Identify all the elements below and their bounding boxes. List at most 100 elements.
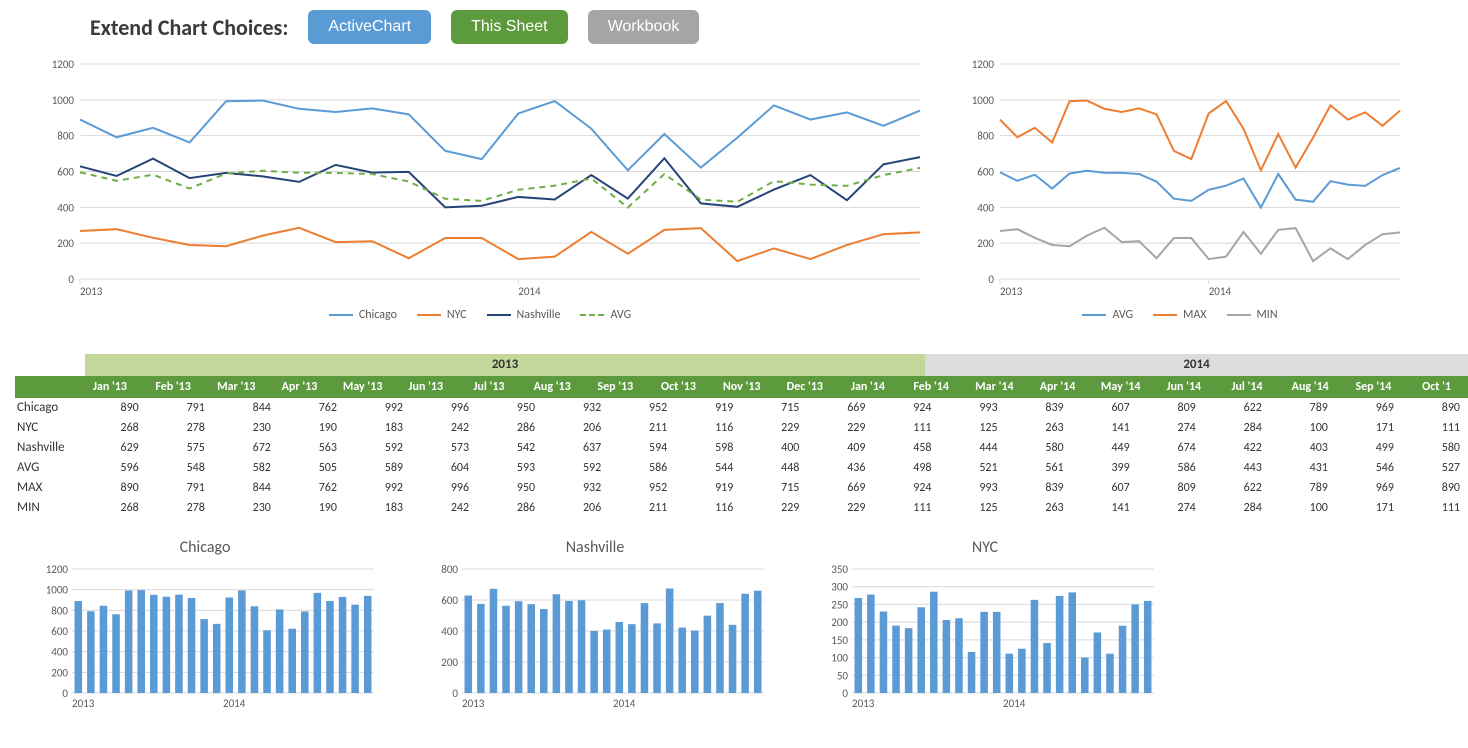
table-cell: 278	[147, 498, 213, 518]
svg-text:800: 800	[57, 130, 74, 143]
table-cell: 950	[477, 478, 543, 498]
svg-text:2013: 2013	[80, 285, 103, 298]
table-cell: 669	[807, 398, 873, 418]
table-cell: 993	[940, 478, 1006, 498]
svg-text:2014: 2014	[223, 697, 246, 710]
table-cell: 932	[543, 478, 609, 498]
month-header: Dec '13	[773, 376, 836, 398]
table-cell: 586	[1138, 458, 1204, 478]
table-cell: 403	[1270, 438, 1336, 458]
line-chart-cities[interactable]: 02004006008001000120020132014 ChicagoNYC…	[30, 54, 930, 334]
table-cell: 278	[147, 418, 213, 438]
svg-text:2014: 2014	[518, 285, 541, 298]
table-cell: 809	[1138, 398, 1204, 418]
table-cell: 116	[675, 418, 741, 438]
table-cell: 596	[81, 458, 147, 478]
table-cell: 111	[1402, 498, 1468, 518]
table-cell: 969	[1336, 478, 1402, 498]
chart-title: Nashville	[420, 538, 770, 557]
month-header: Aug '14	[1279, 376, 1342, 398]
svg-text:400: 400	[51, 646, 68, 659]
table-cell: 229	[741, 418, 807, 438]
table-cell: 592	[543, 458, 609, 478]
month-header: Jan '14	[836, 376, 899, 398]
row-label: NYC	[15, 418, 81, 438]
svg-text:250: 250	[831, 598, 848, 611]
table-cell: 422	[1204, 438, 1270, 458]
table-cell: 950	[477, 398, 543, 418]
table-cell: 444	[940, 438, 1006, 458]
table-cell: 589	[345, 458, 411, 478]
activechart-button[interactable]: ActiveChart	[308, 10, 431, 44]
svg-text:50: 50	[837, 669, 849, 682]
table-cell: 274	[1138, 418, 1204, 438]
table-cell: 448	[741, 458, 807, 478]
table-cell: 125	[940, 498, 1006, 518]
table-cell: 286	[477, 418, 543, 438]
svg-text:2014: 2014	[1209, 285, 1232, 298]
table-cell: 399	[1072, 458, 1138, 478]
table-cell: 284	[1204, 498, 1270, 518]
svg-text:400: 400	[57, 201, 74, 214]
page-title: Extend Chart Choices:	[90, 14, 288, 41]
table-cell: 607	[1072, 398, 1138, 418]
table-cell: 992	[345, 398, 411, 418]
bar-chart-nashville[interactable]: Nashville 020040060080020132014	[420, 538, 770, 713]
svg-text:600: 600	[977, 166, 994, 179]
table-cell: 580	[1006, 438, 1072, 458]
bar-chart-chicago[interactable]: Chicago 02004006008001000120020132014	[30, 538, 380, 713]
line-chart-stats[interactable]: 02004006008001000120020132014 AVGMAXMIN	[950, 54, 1410, 334]
table-cell: 839	[1006, 398, 1072, 418]
table-cell: 996	[411, 478, 477, 498]
table-cell: 111	[873, 498, 939, 518]
table-cell: 715	[741, 398, 807, 418]
table-cell: 593	[477, 458, 543, 478]
table-cell: 400	[741, 438, 807, 458]
table-cell: 211	[609, 418, 675, 438]
table-cell: 263	[1006, 418, 1072, 438]
month-header: Jul '13	[457, 376, 520, 398]
month-header: Apr '14	[1026, 376, 1089, 398]
table-cell: 242	[411, 418, 477, 438]
table-cell: 762	[279, 398, 345, 418]
table-row: MIN2682782301901832422862062111162292291…	[15, 498, 1468, 518]
table-cell: 190	[279, 498, 345, 518]
svg-text:2014: 2014	[613, 697, 636, 710]
month-header: Oct '1	[1405, 376, 1468, 398]
table-cell: 604	[411, 458, 477, 478]
table-cell: 527	[1402, 458, 1468, 478]
bar-chart-nyc[interactable]: NYC 05010015020025030035020132014	[810, 538, 1160, 713]
row-label: Nashville	[15, 438, 81, 458]
table-cell: 116	[675, 498, 741, 518]
table-cell: 622	[1204, 478, 1270, 498]
table-cell: 580	[1402, 438, 1468, 458]
table-cell: 268	[81, 498, 147, 518]
table-cell: 789	[1270, 478, 1336, 498]
table-cell: 498	[873, 458, 939, 478]
table-cell: 141	[1072, 418, 1138, 438]
table-cell: 409	[807, 438, 873, 458]
table-cell: 629	[81, 438, 147, 458]
table-cell: 715	[741, 478, 807, 498]
table-row: MAX8907918447629929969509329529197156699…	[15, 478, 1468, 498]
table-cell: 996	[411, 398, 477, 418]
table-cell: 573	[411, 438, 477, 458]
svg-text:200: 200	[57, 237, 74, 250]
svg-text:400: 400	[977, 201, 994, 214]
svg-text:150: 150	[831, 634, 848, 647]
month-header: Mar '14	[963, 376, 1026, 398]
svg-text:2013: 2013	[462, 697, 485, 710]
workbook-button[interactable]: Workbook	[588, 10, 700, 44]
table-cell: 206	[543, 498, 609, 518]
table-cell: 791	[147, 398, 213, 418]
table-cell: 952	[609, 398, 675, 418]
month-header: Jan '13	[78, 376, 141, 398]
table-cell: 839	[1006, 478, 1072, 498]
svg-text:1000: 1000	[46, 584, 69, 597]
svg-text:2013: 2013	[852, 697, 875, 710]
table-row: AVG5965485825055896045935925865444484364…	[15, 458, 1468, 478]
table-cell: 563	[279, 438, 345, 458]
svg-text:800: 800	[977, 130, 994, 143]
table-cell: 286	[477, 498, 543, 518]
thissheet-button[interactable]: This Sheet	[451, 10, 567, 44]
